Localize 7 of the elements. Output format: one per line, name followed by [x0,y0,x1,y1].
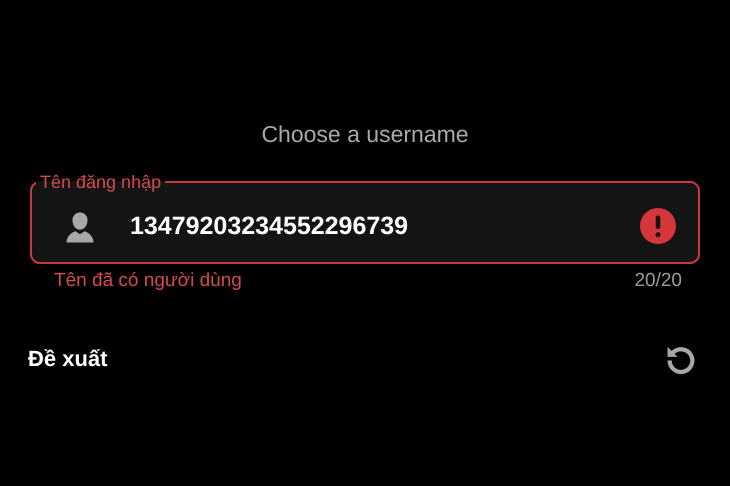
screen-title: Choose a username [260,120,470,149]
field-label: Tên đăng nhập [39,171,162,194]
character-counter: 20/20 [634,269,682,293]
error-icon [640,208,676,244]
username-value: 13479203234552296739 [130,212,410,240]
error-message: Tên đã có người dùng [54,269,242,293]
suggestions-heading: Đề xuất [28,346,108,372]
